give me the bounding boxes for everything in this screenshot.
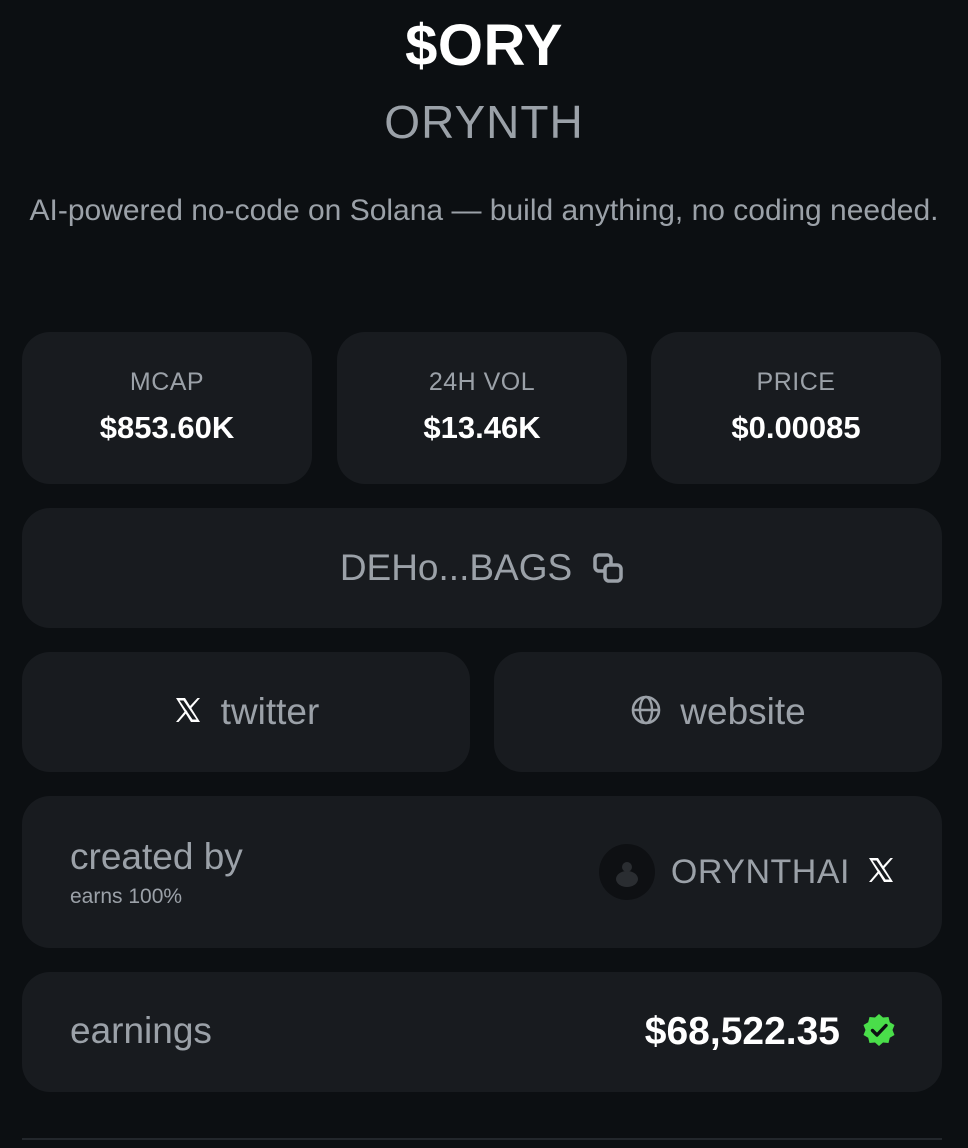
x-logo-icon	[173, 695, 203, 730]
contract-address-button[interactable]: DEHo...BAGS	[22, 508, 942, 628]
website-link-label: website	[680, 691, 806, 732]
earnings-card: earnings $68,522.35	[22, 972, 942, 1092]
earnings-value: $68,522.35	[644, 1010, 840, 1053]
stat-card-mcap: MCAP $853.60K	[22, 332, 312, 484]
creator-card: created by earns 100% ORYNTHAI	[22, 796, 942, 948]
section-divider	[22, 1138, 942, 1140]
stat-card-volume: 24H VOL $13.46K	[337, 332, 627, 484]
stat-card-price: PRICE $0.00085	[651, 332, 941, 484]
creator-name: ORYNTHAI	[670, 852, 850, 891]
earnings-value-group: $68,522.35	[645, 1003, 896, 1061]
website-link-button[interactable]: website	[494, 652, 942, 772]
globe-icon	[630, 694, 662, 731]
creator-title: created by	[70, 836, 243, 877]
verified-badge-icon	[862, 1013, 896, 1052]
token-ticker: $ORY	[405, 13, 563, 78]
stat-value-mcap: $853.60K	[99, 410, 235, 445]
stat-value-volume: $13.46K	[423, 410, 541, 445]
x-logo-icon[interactable]	[866, 855, 896, 890]
twitter-link-button[interactable]: twitter	[22, 652, 470, 772]
twitter-link-label: twitter	[220, 691, 320, 732]
token-description: AI-powered no-code on Solana — build any…	[29, 194, 939, 227]
creator-earnings-share: earns 100%	[70, 885, 183, 908]
token-page: $ORY ORYNTH AI-powered no-code on Solana…	[0, 0, 968, 1148]
earnings-label: earnings	[70, 1010, 212, 1051]
stat-label-price: PRICE	[756, 368, 836, 396]
creator-profile-link[interactable]: ORYNTHAI	[598, 843, 896, 901]
stat-label-volume: 24H VOL	[428, 368, 536, 396]
contract-address-text: DEHo...BAGS	[339, 547, 573, 588]
stat-value-price: $0.00085	[731, 410, 861, 445]
stat-label-mcap: MCAP	[129, 368, 205, 396]
copy-icon[interactable]	[592, 552, 624, 584]
avatar	[598, 844, 655, 900]
token-name: ORYNTH	[384, 96, 584, 148]
